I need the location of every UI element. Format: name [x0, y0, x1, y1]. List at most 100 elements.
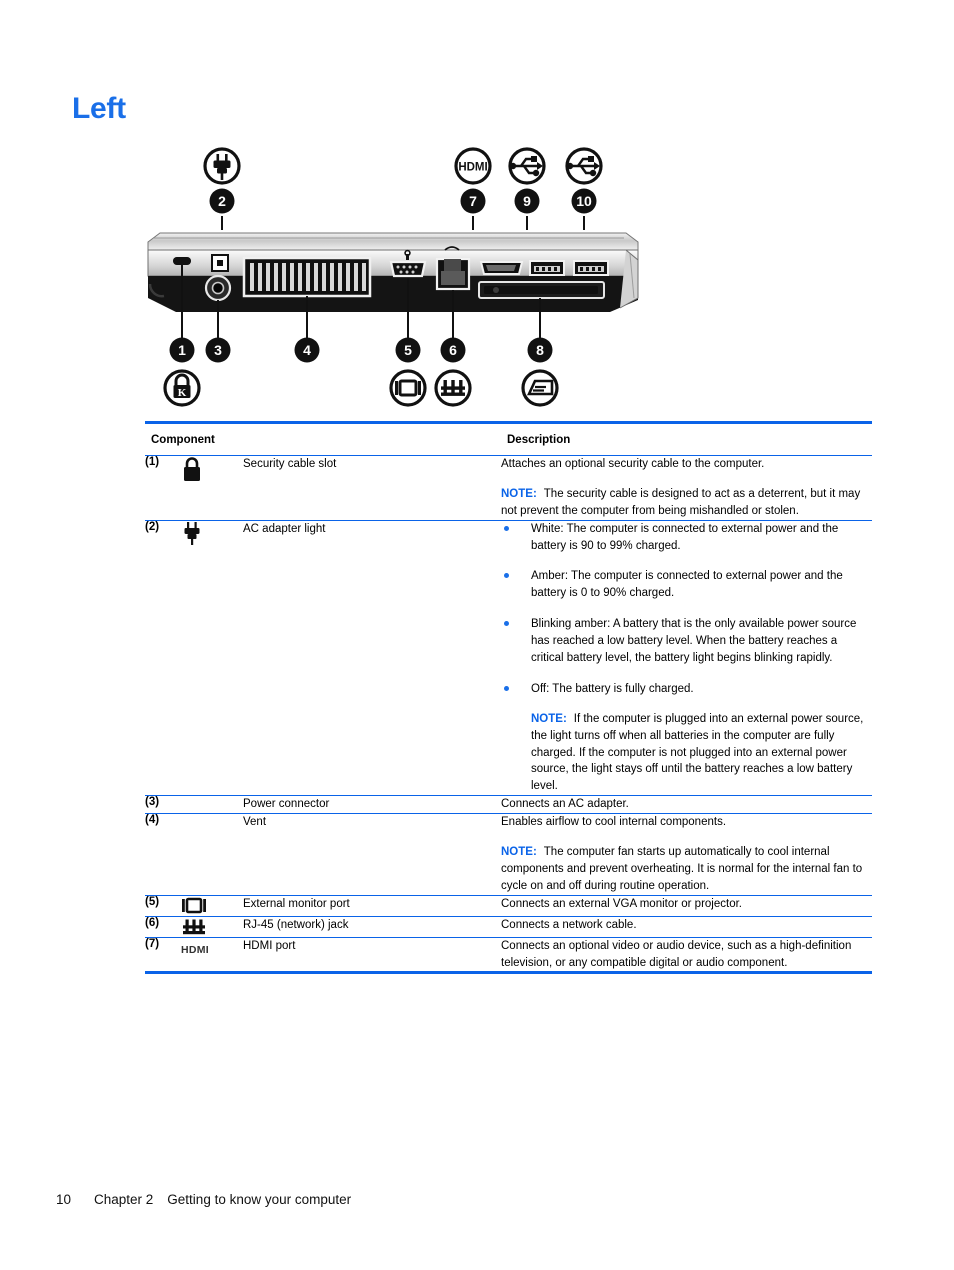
bullet-text: Blinking amber: A battery that is the on…: [531, 618, 857, 665]
ac-adapter-icon: [184, 521, 200, 545]
component-description: Connects a network cable.: [501, 916, 872, 937]
left-side-diagram: HDMI 2 7 9 10 1 3 4 5 6 8 K: [140, 138, 650, 418]
component-description: Connects an optional video or audio devi…: [501, 937, 872, 973]
note-text: The computer fan starts up automatically…: [501, 846, 863, 892]
component-name: Security cable slot: [243, 458, 337, 470]
hdmi-port: [479, 261, 524, 275]
rj45-icon: [183, 919, 205, 934]
note-text: If the computer is plugged into an exter…: [531, 712, 864, 793]
svg-text:6: 6: [449, 342, 457, 358]
callout-9: 9: [514, 188, 540, 214]
row-number: (3): [145, 796, 160, 809]
laptop-side-profile: [147, 232, 639, 312]
hdmi-symbol: HDMI: [454, 147, 492, 185]
column-header-description: Description: [501, 422, 872, 456]
component-description: Attaches an optional security cable to t…: [501, 456, 872, 521]
list-item: Amber: The computer is connected to exte…: [501, 568, 872, 602]
row-number: (1): [145, 456, 160, 468]
note-label: NOTE:: [501, 846, 537, 859]
usb-port-left: [529, 260, 565, 276]
component-name: Vent: [243, 816, 267, 829]
callout-6: 6: [440, 337, 466, 363]
description-bullet-list: White: The computer is connected to exte…: [501, 521, 872, 796]
svg-text:2: 2: [218, 193, 226, 209]
row-number: (2): [145, 520, 160, 533]
component-description: Enables airflow to cool internal compone…: [501, 814, 872, 896]
ac-plug-symbol: [203, 147, 241, 185]
table-row: (4) Vent Enables airflow to cool interna…: [145, 814, 872, 896]
callout-3: 3: [205, 337, 231, 363]
description-text: Connects a network cable.: [501, 918, 637, 931]
bullet-dot-icon: [504, 621, 509, 627]
description-text: Enables airflow to cool internal compone…: [501, 816, 727, 829]
note-block: NOTE: The computer fan starts up automati…: [501, 844, 872, 895]
list-item: White: The computer is connected to exte…: [501, 521, 872, 555]
component-description: Connects an AC adapter.: [501, 796, 872, 814]
footer-page-number: 10: [56, 1192, 72, 1207]
usb-port-right: [573, 260, 609, 276]
description-text: Connects an external VGA monitor or proj…: [501, 897, 742, 910]
expresscard-slot: [478, 281, 605, 299]
bullet-text: White: The computer is connected to exte…: [531, 522, 839, 552]
description-text: Connects an AC adapter.: [501, 798, 629, 811]
note-block: NOTE: If the computer is plugged into an …: [531, 711, 872, 795]
callout-2: 2: [209, 188, 235, 214]
table-row: (6) RJ-45 (network) jack Connects a netw…: [145, 916, 872, 938]
component-name: Power connector: [243, 798, 330, 811]
component-name: External monitor port: [243, 897, 350, 910]
callout-4: 4: [294, 337, 320, 363]
lock-symbol: K: [163, 369, 201, 407]
component-description: Connects an external VGA monitor or proj…: [501, 895, 872, 916]
svg-text:4: 4: [303, 342, 311, 358]
description-text: Connects an optional video or audio devi…: [501, 939, 852, 969]
note-text: The security cable is designed to act as…: [501, 487, 861, 517]
monitor-icon: [182, 897, 206, 914]
svg-text:8: 8: [536, 342, 544, 358]
row-icon-cell: [181, 796, 243, 814]
table-row: (3) Power connector Connects an AC adapt…: [145, 796, 872, 814]
svg-text:3: 3: [214, 342, 222, 358]
monitor-symbol: [389, 369, 427, 407]
bullet-dot-icon: [504, 573, 509, 579]
bullet-text: Off: The battery is fully charged.: [531, 682, 694, 695]
expresscard-symbol: [521, 369, 559, 407]
description-text: Attaches an optional security cable to t…: [501, 458, 765, 470]
list-item: Off: The battery is fully charged. NOTE:…: [501, 681, 872, 795]
svg-text:K: K: [178, 387, 187, 399]
bullet-dot-icon: [504, 525, 509, 531]
row-icon-cell: [181, 916, 243, 937]
column-header-component: Component: [145, 422, 501, 456]
table-header-row: Component Description: [145, 422, 872, 456]
callout-1: 1: [169, 337, 195, 363]
component-description: White: The computer is connected to exte…: [501, 520, 872, 796]
note-label: NOTE:: [531, 712, 567, 725]
row-icon-cell: [181, 814, 243, 896]
row-number: (4): [145, 814, 160, 827]
svg-text:HDMI: HDMI: [458, 161, 487, 173]
network-symbol: [434, 369, 472, 407]
page-title: Left: [72, 92, 126, 125]
component-name: RJ-45 (network) jack: [243, 918, 349, 931]
callout-8: 8: [527, 337, 553, 363]
row-icon-cell: HDMI: [181, 937, 243, 973]
svg-text:10: 10: [576, 193, 592, 209]
usb-symbol-left: [508, 147, 546, 185]
table-row: (1) Security cable slot Attaches an opti…: [145, 456, 872, 521]
row-number: (6): [145, 916, 160, 929]
note-label: NOTE:: [501, 487, 537, 500]
lock-icon: [184, 457, 200, 481]
page-footer: 10 Chapter 2 Getting to know your computer: [56, 1192, 351, 1207]
callout-10: 10: [571, 188, 597, 214]
svg-text:1: 1: [178, 342, 186, 358]
row-number: (7): [145, 937, 160, 950]
callout-5: 5: [395, 337, 421, 363]
callout-7: 7: [460, 188, 486, 214]
row-number: (5): [145, 895, 160, 908]
table-row: (5) External monitor port Connects an ex…: [145, 895, 872, 917]
bullet-dot-icon: [504, 685, 509, 691]
footer-chapter-title: Getting to know your computer: [167, 1192, 352, 1207]
component-table: Component Description (1) Security cable…: [145, 421, 872, 975]
bullet-text: Amber: The computer is connected to exte…: [531, 570, 843, 600]
hdmi-icon: HDMI: [181, 943, 210, 956]
usb-symbol-right: [565, 147, 603, 185]
